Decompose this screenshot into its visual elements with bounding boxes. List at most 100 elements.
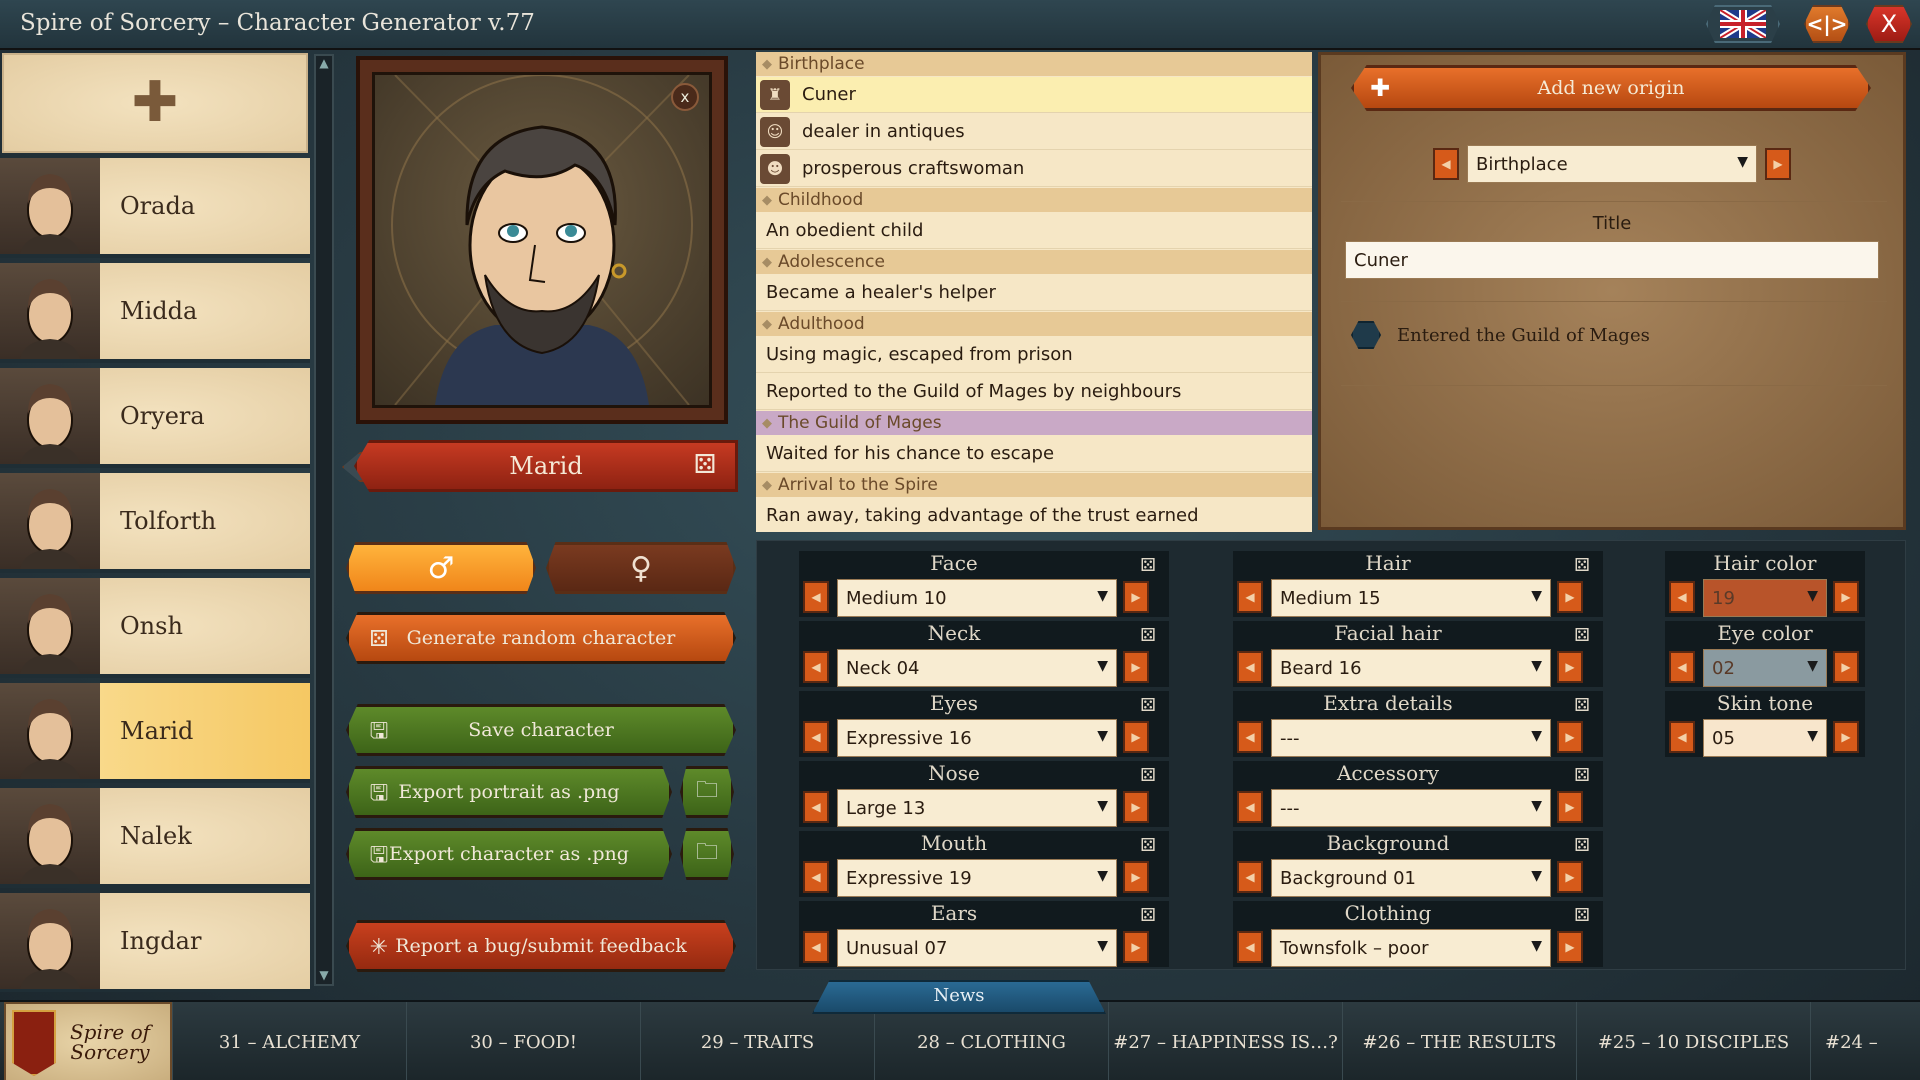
origin-section-header[interactable]: ◆Birthplace <box>756 52 1312 76</box>
feature-prev-button[interactable]: ◀ <box>1237 791 1263 823</box>
game-logo[interactable]: Spire of Sorcery <box>4 1002 172 1080</box>
feature-select[interactable]: Unusual 07▼ <box>837 929 1117 967</box>
feature-next-button[interactable]: ▶ <box>1123 861 1149 893</box>
news-item[interactable]: #27 – HAPPINESS IS…? <box>1108 1002 1342 1080</box>
feature-prev-button[interactable]: ◀ <box>1237 931 1263 963</box>
character-name-field[interactable]: Marid <box>354 440 738 492</box>
character-list-item[interactable]: Orada <box>0 158 310 258</box>
feature-prev-button[interactable]: ◀ <box>803 651 829 683</box>
code-brackets-button[interactable]: <|> <box>1804 5 1850 43</box>
scroll-up-arrow-icon[interactable]: ▲ <box>316 56 332 72</box>
language-flag-button[interactable] <box>1706 5 1780 43</box>
color-prev-button[interactable]: ◀ <box>1669 581 1695 613</box>
feature-next-button[interactable]: ▶ <box>1557 721 1583 753</box>
origin-item[interactable]: ☺dealer in antiques <box>756 114 1312 150</box>
character-list-item[interactable]: Onsh <box>0 578 310 678</box>
feature-next-button[interactable]: ▶ <box>1557 651 1583 683</box>
randomize-dice-icon[interactable]: ⚄ <box>1571 905 1593 927</box>
randomize-dice-icon[interactable]: ⚄ <box>1571 625 1593 647</box>
add-origin-button[interactable]: ✚ Add new origin <box>1351 65 1871 111</box>
feature-prev-button[interactable]: ◀ <box>803 721 829 753</box>
generate-random-button[interactable]: ⚄ Generate random character <box>346 612 736 664</box>
character-list-item[interactable]: Nalek <box>0 788 310 888</box>
color-select[interactable]: 19▼ <box>1703 579 1827 617</box>
news-item[interactable]: 31 – ALCHEMY <box>172 1002 406 1080</box>
feature-next-button[interactable]: ▶ <box>1557 581 1583 613</box>
export-character-button[interactable]: 🖫 Export character as .png <box>346 828 672 880</box>
origin-section-header[interactable]: ◆The Guild of Mages <box>756 411 1312 435</box>
feature-next-button[interactable]: ▶ <box>1123 721 1149 753</box>
news-item[interactable]: 30 – FOOD! <box>406 1002 640 1080</box>
open-portrait-folder-button[interactable]: 🗀 <box>680 766 734 818</box>
origin-item[interactable]: Reported to the Guild of Mages by neighb… <box>756 374 1312 410</box>
add-character-button[interactable]: ✚ <box>2 53 308 153</box>
news-item[interactable]: #26 – THE RESULTS <box>1342 1002 1576 1080</box>
gender-male-button[interactable]: ♂ <box>346 542 536 594</box>
news-item[interactable]: #24 – ME <box>1810 1002 1884 1080</box>
color-next-button[interactable]: ▶ <box>1833 651 1859 683</box>
open-character-folder-button[interactable]: 🗀 <box>680 828 734 880</box>
feature-select[interactable]: ---▼ <box>1271 719 1551 757</box>
news-tab[interactable]: News <box>812 980 1106 1014</box>
feature-prev-button[interactable]: ◀ <box>803 791 829 823</box>
feature-select[interactable]: Expressive 16▼ <box>837 719 1117 757</box>
origin-item[interactable]: Using magic, escaped from prison <box>756 337 1312 373</box>
feature-prev-button[interactable]: ◀ <box>1237 861 1263 893</box>
title-input[interactable]: Cuner <box>1345 241 1879 279</box>
feature-select[interactable]: Background 01▼ <box>1271 859 1551 897</box>
feature-prev-button[interactable]: ◀ <box>1237 721 1263 753</box>
feature-next-button[interactable]: ▶ <box>1123 581 1149 613</box>
feature-select[interactable]: Beard 16▼ <box>1271 649 1551 687</box>
portrait-close-button[interactable]: x <box>671 83 699 111</box>
feature-prev-button[interactable]: ◀ <box>1237 581 1263 613</box>
origin-item[interactable]: Waited for his chance to escape <box>756 436 1312 472</box>
origin-type-select[interactable]: Birthplace ▼ <box>1467 145 1757 183</box>
feature-select[interactable]: Neck 04▼ <box>837 649 1117 687</box>
feature-next-button[interactable]: ▶ <box>1557 791 1583 823</box>
randomize-dice-icon[interactable]: ⚄ <box>1137 765 1159 787</box>
color-next-button[interactable]: ▶ <box>1833 581 1859 613</box>
randomize-dice-icon[interactable]: ⚄ <box>1571 695 1593 717</box>
character-list-item[interactable]: Ingdar <box>0 893 310 992</box>
origin-item[interactable]: ☻prosperous craftswoman <box>756 151 1312 187</box>
feature-select[interactable]: ---▼ <box>1271 789 1551 827</box>
character-list-item[interactable]: Marid <box>0 683 310 783</box>
save-character-button[interactable]: 🖫 Save character <box>346 704 736 756</box>
origin-item[interactable]: Ran away, taking advantage of the trust … <box>756 498 1312 532</box>
origin-section-header[interactable]: ◆Childhood <box>756 188 1312 212</box>
feature-next-button[interactable]: ▶ <box>1557 931 1583 963</box>
origin-type-next-button[interactable]: ▶ <box>1765 148 1791 180</box>
feature-select[interactable]: Townsfolk – poor▼ <box>1271 929 1551 967</box>
gender-female-button[interactable]: ♀ <box>546 542 736 594</box>
news-item[interactable]: #25 – 10 DISCIPLES <box>1576 1002 1810 1080</box>
feature-prev-button[interactable]: ◀ <box>1237 651 1263 683</box>
color-select[interactable]: 02▼ <box>1703 649 1827 687</box>
origin-type-prev-button[interactable]: ◀ <box>1433 148 1459 180</box>
randomize-dice-icon[interactable]: ⚄ <box>1137 835 1159 857</box>
randomize-dice-icon[interactable]: ⚄ <box>1571 765 1593 787</box>
origin-section-header[interactable]: ◆Adulthood <box>756 312 1312 336</box>
origin-section-header[interactable]: ◆Arrival to the Spire <box>756 473 1312 497</box>
randomize-dice-icon[interactable]: ⚄ <box>1137 625 1159 647</box>
randomize-dice-icon[interactable]: ⚄ <box>1137 555 1159 577</box>
randomize-dice-icon[interactable]: ⚄ <box>1571 555 1593 577</box>
feature-select[interactable]: Medium 10▼ <box>837 579 1117 617</box>
randomize-dice-icon[interactable]: ⚄ <box>1137 905 1159 927</box>
origin-section-header[interactable]: ◆Adolescence <box>756 250 1312 274</box>
randomize-dice-icon[interactable]: ⚄ <box>1137 695 1159 717</box>
character-list-item[interactable]: Midda <box>0 263 310 363</box>
feature-prev-button[interactable]: ◀ <box>803 861 829 893</box>
randomize-dice-icon[interactable]: ⚄ <box>1571 835 1593 857</box>
scroll-down-arrow-icon[interactable]: ▼ <box>316 968 332 984</box>
color-prev-button[interactable]: ◀ <box>1669 651 1695 683</box>
origin-item[interactable]: Became a healer's helper <box>756 275 1312 311</box>
feature-prev-button[interactable]: ◀ <box>803 581 829 613</box>
randomize-name-dice-icon[interactable]: ⚄ <box>690 450 720 480</box>
feature-next-button[interactable]: ▶ <box>1123 931 1149 963</box>
color-next-button[interactable]: ▶ <box>1833 721 1859 753</box>
feature-select[interactable]: Expressive 19▼ <box>837 859 1117 897</box>
origin-item[interactable]: An obedient child <box>756 213 1312 249</box>
color-select[interactable]: 05▼ <box>1703 719 1827 757</box>
feature-next-button[interactable]: ▶ <box>1557 861 1583 893</box>
feature-select[interactable]: Medium 15▼ <box>1271 579 1551 617</box>
